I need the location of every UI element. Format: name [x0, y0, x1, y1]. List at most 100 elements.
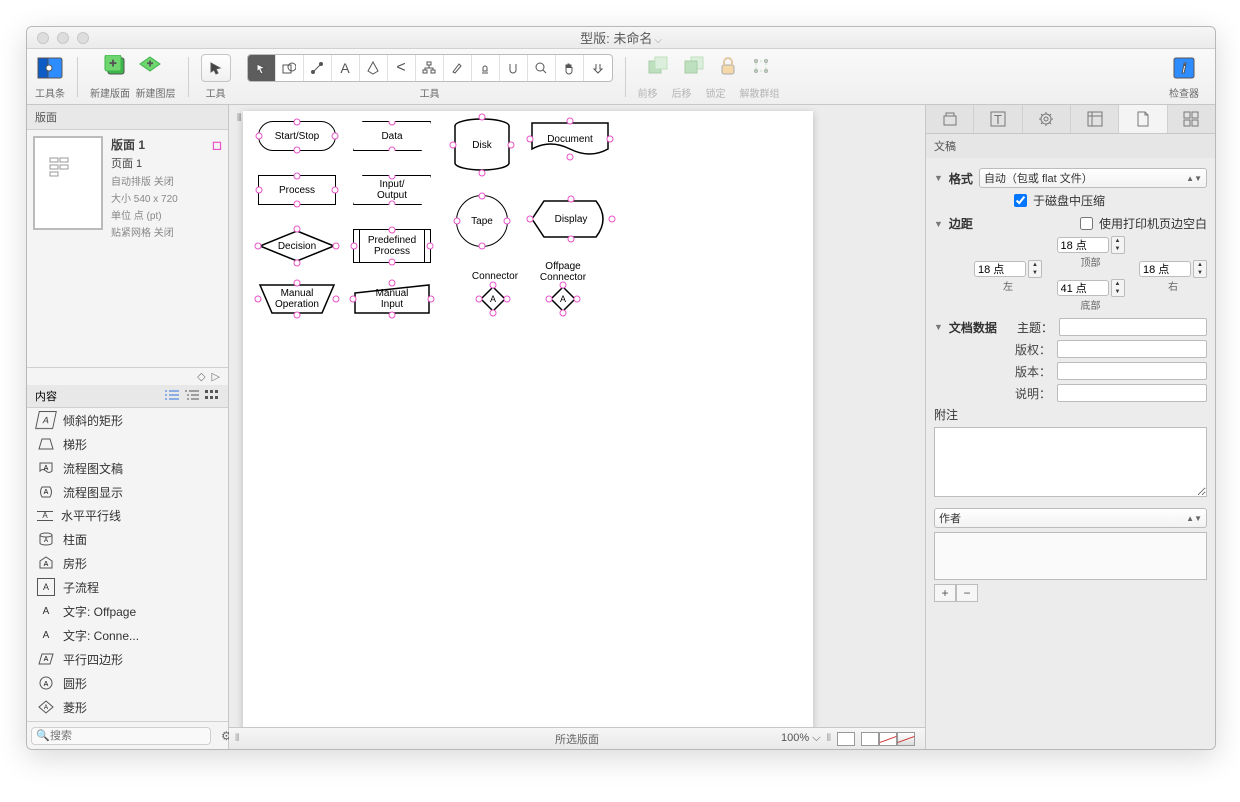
list-item[interactable]: A文字: Offpage [27, 599, 228, 623]
inspector-tab-document[interactable] [1119, 105, 1167, 133]
close-icon[interactable] [37, 32, 49, 44]
list-item[interactable]: A柱面 [27, 527, 228, 551]
outline-view-icon[interactable] [184, 389, 200, 403]
stamp-tool-icon[interactable] [472, 55, 500, 81]
notes-textarea[interactable] [934, 427, 1207, 497]
shape-data[interactable]: Data [353, 121, 431, 151]
magnet-tool-icon[interactable] [500, 55, 528, 81]
canvas-page[interactable]: Start/Stop Data Disk Document Process In… [243, 111, 813, 727]
shape-decision[interactable]: Decision [258, 229, 336, 263]
ungroup-button[interactable] [751, 56, 771, 81]
toolbar-sidebar-toggle[interactable]: 工具条 [27, 53, 73, 100]
compress-checkbox[interactable] [1014, 194, 1027, 207]
back-tool-icon[interactable]: < [388, 55, 416, 81]
shape-start-stop[interactable]: Start/Stop [258, 121, 336, 151]
list-item[interactable]: A流程图显示 [27, 480, 228, 504]
hand-tool-icon[interactable] [556, 55, 584, 81]
inspector-tab-object[interactable] [926, 105, 974, 133]
shape-manual-op[interactable]: Manual Operation [258, 283, 336, 315]
diagram-tool-icon[interactable] [416, 55, 444, 81]
list-item[interactable]: 梯形 [27, 432, 228, 456]
list-item[interactable]: A菱形 [27, 695, 228, 719]
new-layer-button[interactable]: + [138, 55, 162, 82]
lock-button[interactable] [719, 56, 737, 81]
printer-margins-checkbox[interactable] [1080, 217, 1093, 230]
pointer-tool-icon[interactable] [248, 55, 276, 81]
shape-tape[interactable]: Tape [456, 195, 508, 247]
inspector-tab-text[interactable]: T [974, 105, 1022, 133]
inspector-title: 文稿 [926, 134, 1215, 158]
inspector-toggle[interactable]: i 检查器 [1161, 53, 1207, 100]
inspector-panel: T 文稿 ▼格式 自动（包或 flat 文件）▲▼ 于磁盘中压缩 [925, 105, 1215, 749]
canvas-name: 版面 1 [111, 136, 145, 153]
tools-segment[interactable]: A < [247, 54, 613, 82]
pen-tool-icon[interactable] [360, 55, 388, 81]
list-item[interactable]: A倾斜的矩形 [27, 408, 228, 432]
action-tool-icon[interactable] [584, 55, 612, 81]
inspector-tab-stencils[interactable] [1168, 105, 1215, 133]
shape-connector[interactable]: A [479, 285, 507, 313]
list-view-icon[interactable] [164, 389, 180, 403]
list-item[interactable]: A子流程 [27, 575, 228, 599]
margin-left-input[interactable] [974, 261, 1026, 277]
list-item[interactable]: A房形 [27, 551, 228, 575]
svg-text:A: A [44, 656, 49, 663]
shape-display[interactable]: Display [530, 199, 612, 239]
list-item[interactable]: A圆形 [27, 671, 228, 695]
inspector-tab-canvas[interactable] [1071, 105, 1119, 133]
margin-top-input[interactable] [1057, 237, 1109, 253]
zoom-icon[interactable] [77, 32, 89, 44]
minimize-icon[interactable] [57, 32, 69, 44]
new-canvas-button[interactable]: + [104, 55, 128, 82]
section-docdata: 文档数据 [949, 319, 997, 336]
layers-icon[interactable]: ◇ [197, 370, 205, 383]
shape-offpage-connector[interactable]: A [549, 285, 577, 313]
no-fill-swatch[interactable] [897, 732, 915, 746]
list-item[interactable]: A文字: Conne... [27, 623, 228, 647]
svg-text:A: A [44, 561, 49, 568]
subject-input[interactable] [1059, 318, 1207, 336]
svg-text:+: + [147, 59, 153, 70]
bring-forward-button[interactable] [647, 56, 669, 81]
send-backward-button[interactable] [683, 56, 705, 81]
svg-text:+: + [109, 56, 116, 70]
description-input[interactable] [1057, 384, 1207, 402]
status-bar: ⦀ 所选版面 100% ⌵ ⦀ [229, 727, 925, 749]
window-title: 型版: 未命名⌵ [27, 28, 1215, 47]
margin-right-input[interactable] [1139, 261, 1191, 277]
remove-row-button[interactable]: − [956, 584, 978, 602]
copyright-input[interactable] [1057, 340, 1207, 358]
metadata-table[interactable] [934, 532, 1207, 580]
list-item[interactable]: A流程图文稿 [27, 456, 228, 480]
brush-tool-icon[interactable] [444, 55, 472, 81]
shape-manual-input[interactable]: Manual Input [353, 283, 431, 315]
chevron-right-icon[interactable]: ▷ [212, 370, 220, 383]
connector-label: Connector [465, 271, 525, 282]
format-select[interactable]: 自动（包或 flat 文件）▲▼ [979, 168, 1207, 188]
shape-io[interactable]: Input/ Output [353, 175, 431, 205]
tool-selector-single[interactable]: 工具 [193, 53, 239, 100]
shape-tool-icon[interactable] [276, 55, 304, 81]
shape-predefined[interactable]: Predefined Process [353, 229, 431, 263]
main-toolbar: 工具条 + + 新建版面 新建图层 工具 A < [27, 49, 1215, 105]
no-stroke-swatch[interactable] [879, 732, 897, 746]
author-select[interactable]: 作者▲▼ [934, 508, 1207, 528]
grid-view-icon[interactable] [204, 389, 220, 403]
search-input[interactable] [31, 727, 211, 745]
version-input[interactable] [1057, 362, 1207, 380]
margin-bottom-input[interactable] [1057, 280, 1109, 296]
text-tool-icon[interactable]: A [332, 55, 360, 81]
list-item[interactable]: A水平平行线 [27, 504, 228, 527]
line-tool-icon[interactable] [304, 55, 332, 81]
stepper-icon[interactable]: ▲▼ [1111, 236, 1125, 254]
canvas-thumbnail[interactable] [33, 136, 103, 230]
shape-disk[interactable]: Disk [453, 117, 511, 173]
add-row-button[interactable]: + [934, 584, 956, 602]
shape-document[interactable]: Document [530, 121, 610, 157]
zoom-tool-icon[interactable] [528, 55, 556, 81]
inspector-tab-properties[interactable] [1023, 105, 1071, 133]
list-item[interactable]: A平行四边形 [27, 647, 228, 671]
window-controls[interactable] [37, 32, 89, 44]
shape-process[interactable]: Process [258, 175, 336, 205]
crop-icon[interactable]: ◻ [212, 138, 222, 152]
